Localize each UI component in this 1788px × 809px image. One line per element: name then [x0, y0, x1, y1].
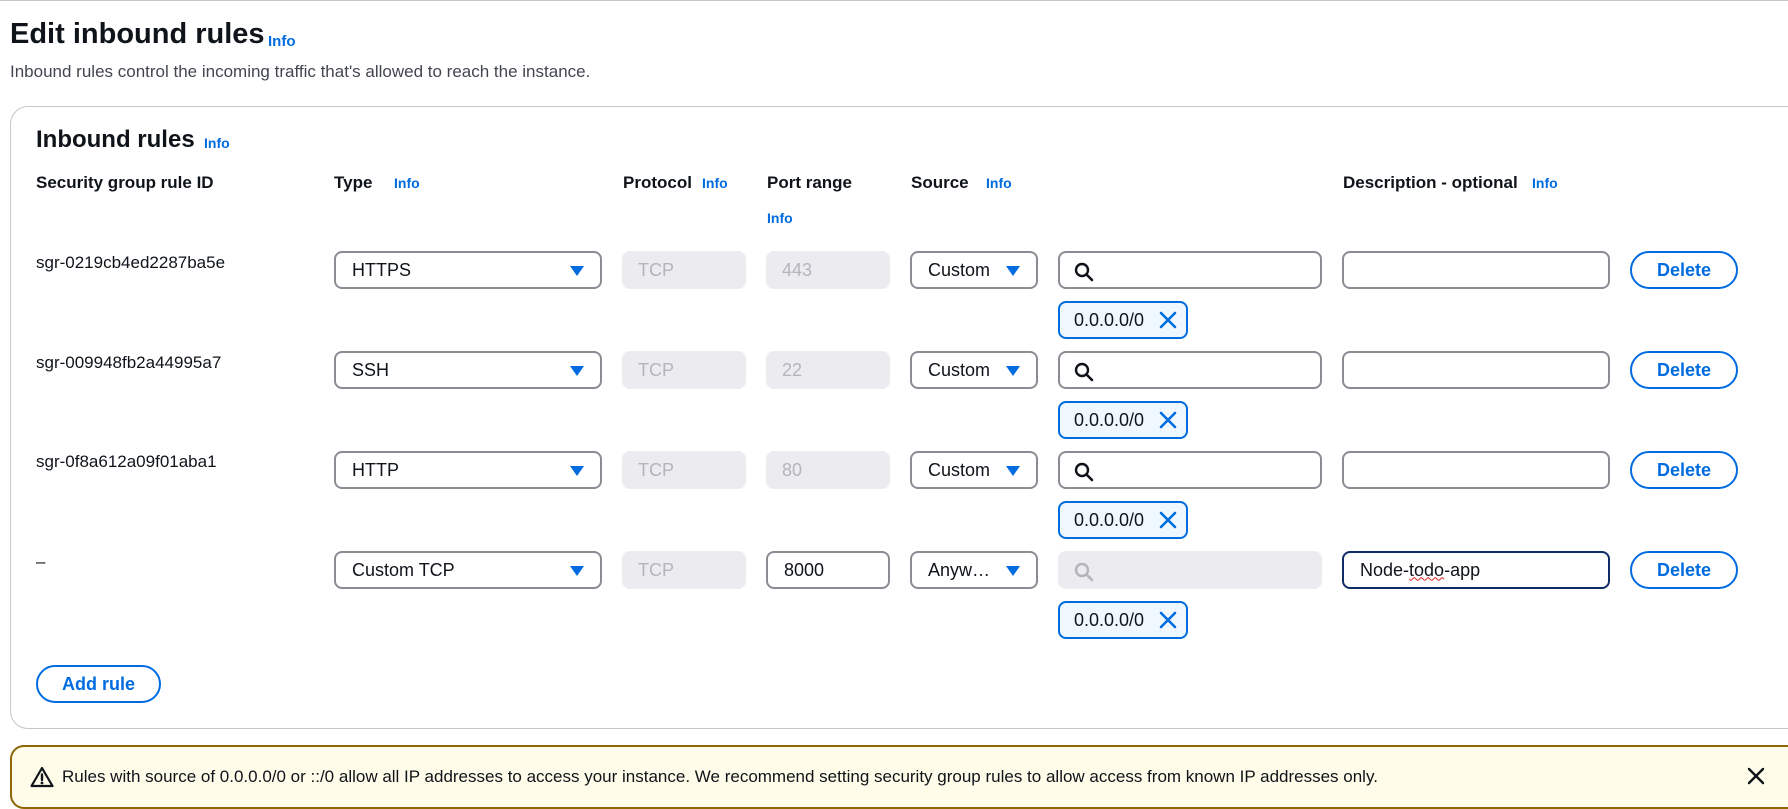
type-select-value: SSH	[352, 359, 390, 380]
caret-down-icon	[570, 266, 584, 276]
column-header-description: Description - optional	[1343, 173, 1518, 192]
cidr-search-input[interactable]	[1058, 251, 1322, 289]
type-select[interactable]: SSH	[334, 351, 602, 389]
type-info-link[interactable]: Info	[394, 175, 420, 191]
caret-down-icon	[570, 466, 584, 476]
inbound-rules-panel	[10, 106, 1788, 729]
source-info-link[interactable]: Info	[986, 175, 1012, 191]
caret-down-icon	[1006, 366, 1020, 376]
close-icon[interactable]	[1158, 410, 1178, 430]
port-range-field: 443	[766, 251, 890, 289]
port-range-field: 80	[766, 451, 890, 489]
source-select-value: Custom	[928, 259, 991, 280]
description-input[interactable]	[1342, 351, 1610, 389]
protocol-field: TCP	[622, 251, 746, 289]
cidr-token-label: 0.0.0.0/0	[1074, 409, 1145, 430]
spellcheck-word: todo	[1409, 559, 1445, 580]
protocol-info-link[interactable]: Info	[702, 175, 728, 191]
cidr-search-input[interactable]	[1058, 351, 1322, 389]
port-range-info-link[interactable]: Info	[767, 210, 793, 226]
warning-icon	[30, 766, 54, 788]
protocol-field: TCP	[622, 551, 746, 589]
cidr-token: 0.0.0.0/0	[1058, 401, 1188, 439]
cidr-token-label: 0.0.0.0/0	[1074, 509, 1145, 530]
type-select-value: HTTPS	[352, 259, 412, 280]
page-info-link[interactable]: Info	[268, 33, 296, 50]
cidr-token-label: 0.0.0.0/0	[1074, 609, 1145, 630]
protocol-field: TCP	[622, 351, 746, 389]
page-title: Edit inbound rules	[10, 18, 265, 50]
description-input[interactable]: Node-todo -app	[1342, 551, 1610, 589]
rule-id: –	[36, 552, 46, 571]
type-select-value: Custom TCP	[352, 559, 455, 580]
close-icon[interactable]	[1158, 310, 1178, 330]
column-header-protocol: Protocol	[623, 173, 692, 192]
rule-id: sgr-0f8a612a09f01aba1	[36, 452, 217, 471]
panel-info-link[interactable]: Info	[204, 135, 230, 151]
search-icon	[1074, 462, 1094, 482]
add-rule-button[interactable]: Add rule	[36, 665, 161, 703]
search-icon	[1074, 362, 1094, 382]
panel-title: Inbound rules	[36, 126, 195, 153]
search-icon	[1074, 262, 1094, 282]
type-select[interactable]: Custom TCP	[334, 551, 602, 589]
delete-button[interactable]: Delete	[1630, 251, 1738, 289]
delete-button[interactable]: Delete	[1630, 351, 1738, 389]
warning-alert-text: Rules with source of 0.0.0.0/0 or ::/0 a…	[62, 767, 1378, 786]
cidr-search-input[interactable]	[1058, 451, 1322, 489]
source-select[interactable]: Anyw…	[910, 551, 1038, 589]
cidr-token: 0.0.0.0/0	[1058, 601, 1188, 639]
page-description: Inbound rules control the incoming traff…	[10, 62, 591, 81]
source-select[interactable]: Custom	[910, 351, 1038, 389]
port-range-input[interactable]: 8000	[766, 551, 890, 589]
caret-down-icon	[1006, 266, 1020, 276]
source-select[interactable]: Custom	[910, 251, 1038, 289]
caret-down-icon	[570, 566, 584, 576]
source-select-value: Custom	[928, 359, 991, 380]
cidr-search-input	[1058, 551, 1322, 589]
port-range-field: 22	[766, 351, 890, 389]
search-icon	[1074, 562, 1094, 582]
description-input[interactable]	[1342, 251, 1610, 289]
caret-down-icon	[570, 366, 584, 376]
top-divider	[0, 0, 1788, 1]
delete-button[interactable]: Delete	[1630, 451, 1738, 489]
source-select[interactable]: Custom	[910, 451, 1038, 489]
delete-button[interactable]: Delete	[1630, 551, 1738, 589]
column-header-rule-id: Security group rule ID	[36, 173, 214, 192]
source-select-value: Custom	[928, 459, 991, 480]
description-info-link[interactable]: Info	[1532, 175, 1558, 191]
column-header-port-range: Port range	[767, 173, 853, 192]
description-input[interactable]	[1342, 451, 1610, 489]
type-select-value: HTTP	[352, 459, 399, 480]
rule-id: sgr-0219cb4ed2287ba5e	[36, 253, 226, 272]
close-icon[interactable]	[1158, 610, 1178, 630]
cidr-token-label: 0.0.0.0/0	[1074, 309, 1145, 330]
close-icon[interactable]	[1158, 510, 1178, 530]
caret-down-icon	[1006, 466, 1020, 476]
description-text-part: Node-	[1360, 559, 1410, 580]
protocol-field: TCP	[622, 451, 746, 489]
cidr-token: 0.0.0.0/0	[1058, 501, 1188, 539]
source-select-value: Anyw…	[928, 559, 991, 580]
column-header-type: Type	[334, 173, 373, 192]
caret-down-icon	[1006, 566, 1020, 576]
type-select[interactable]: HTTPS	[334, 251, 602, 289]
column-header-source: Source	[911, 173, 969, 192]
type-select[interactable]: HTTP	[334, 451, 602, 489]
rule-id: sgr-009948fb2a44995a7	[36, 353, 222, 372]
cidr-token: 0.0.0.0/0	[1058, 301, 1188, 339]
description-text-part: -app	[1444, 559, 1481, 580]
close-icon[interactable]	[1744, 764, 1768, 788]
